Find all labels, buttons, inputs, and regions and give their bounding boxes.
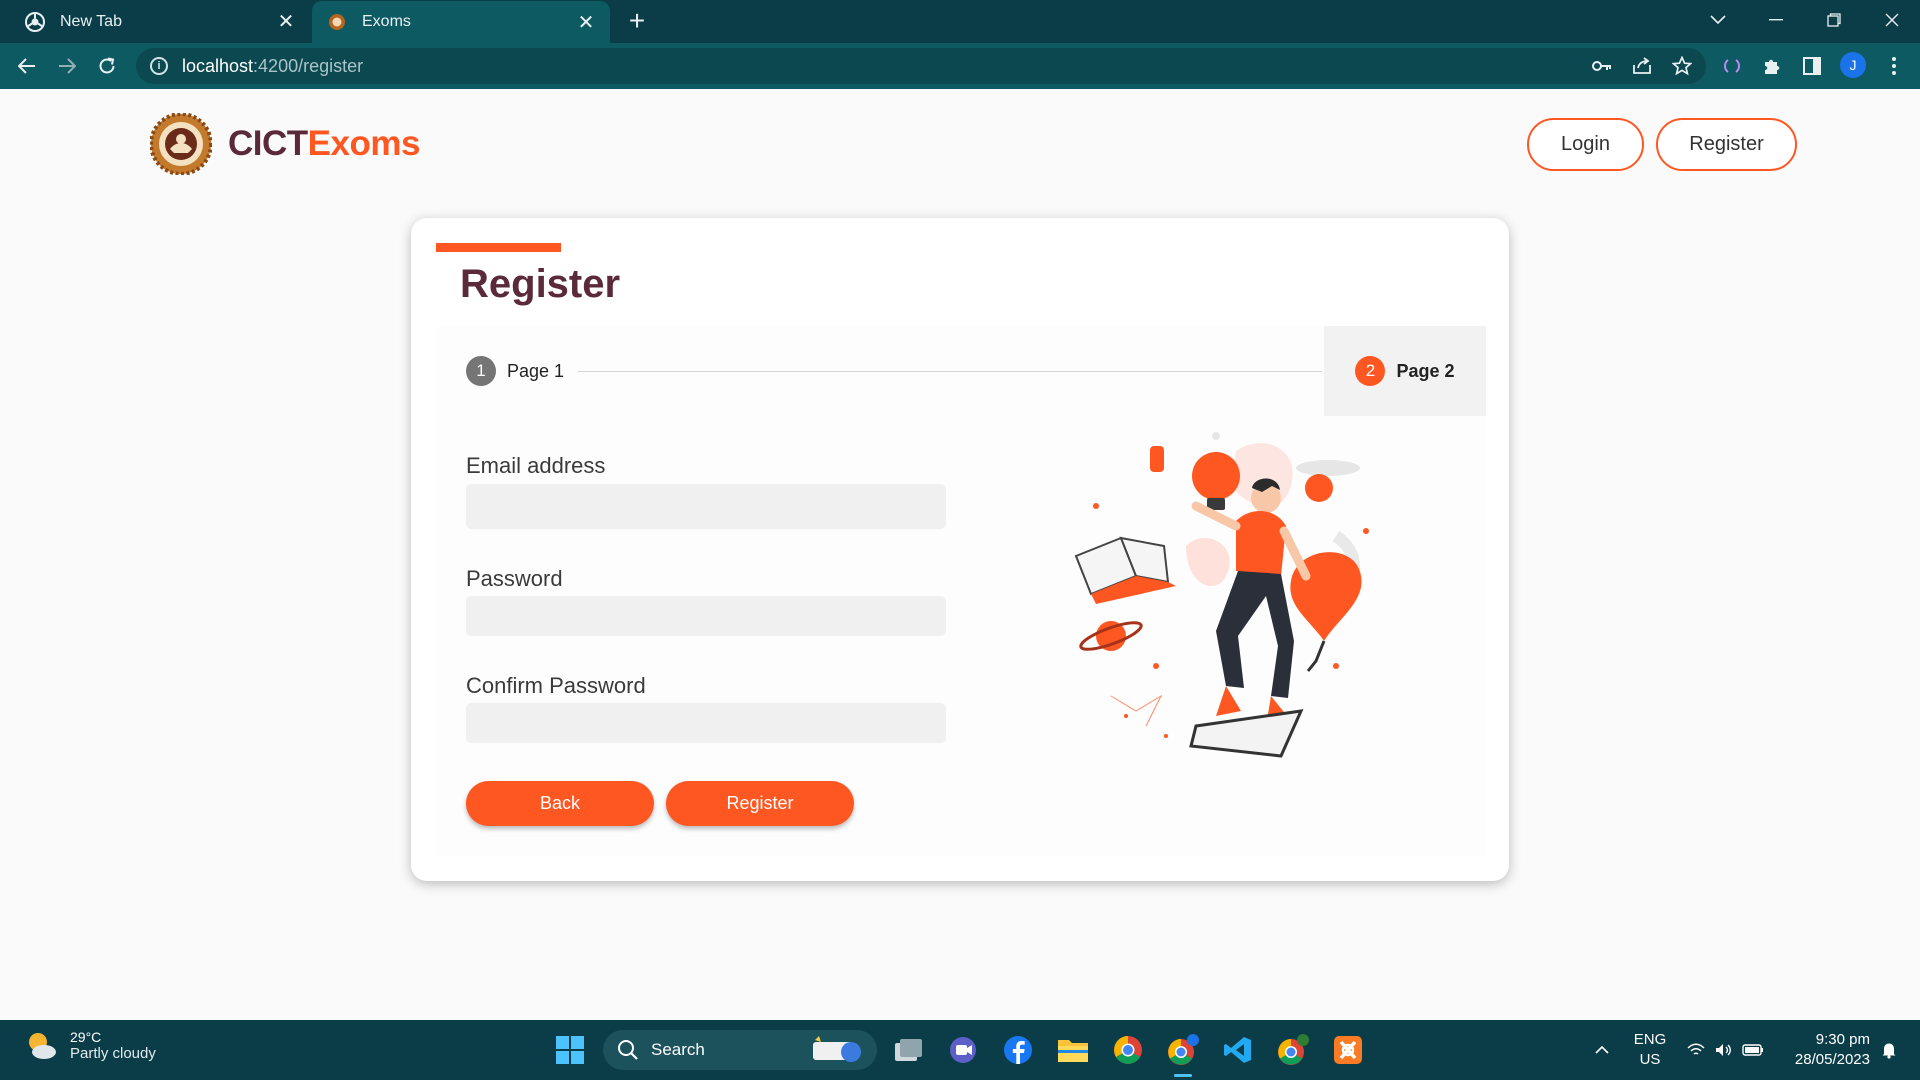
password-label: Password <box>466 566 563 591</box>
file-explorer-icon[interactable] <box>1053 1030 1093 1070</box>
close-icon[interactable]: ✕ <box>572 8 600 36</box>
tab-title: Exoms <box>362 13 411 30</box>
brand-name: CICTExoms <box>228 124 420 164</box>
register-form-panel: 1 Page 1 2 Page 2 Email address Password… <box>436 326 1486 856</box>
browser-tab-strip: New Tab ✕ Exoms ✕ + <box>0 0 1920 43</box>
active-app-indicator <box>1174 1074 1192 1077</box>
page-title: Register <box>460 262 621 306</box>
system-clock[interactable]: 9:30 pm 28/05/2023 <box>1780 1030 1870 1070</box>
close-window-button[interactable] <box>1864 0 1920 40</box>
facebook-icon[interactable] <box>998 1030 1038 1070</box>
step-number: 1 <box>466 356 496 386</box>
confirm-password-label: Confirm Password <box>466 673 646 698</box>
tab-exoms[interactable]: Exoms ✕ <box>312 1 610 43</box>
tab-title: New Tab <box>60 12 122 30</box>
star-icon[interactable] <box>1668 52 1696 80</box>
site-favicon-icon <box>326 11 348 33</box>
forward-arrow-icon[interactable] <box>51 50 83 82</box>
partly-cloudy-icon <box>29 1033 56 1059</box>
college-seal-logo-icon <box>150 113 212 175</box>
restore-button[interactable] <box>1806 0 1862 40</box>
weather-widget[interactable]: 29°C Partly cloudy <box>24 1028 156 1062</box>
task-view-icon[interactable] <box>888 1030 928 1070</box>
site-info-icon[interactable]: i <box>150 57 168 75</box>
chevron-up-icon[interactable] <box>1588 1020 1616 1080</box>
search-label: Search <box>651 1040 705 1059</box>
address-bar[interactable]: i localhost:4200/register <box>136 48 1706 84</box>
confirm-password-field[interactable] <box>466 703 946 743</box>
step-label: Page 1 <box>507 360 565 381</box>
register-submit-button[interactable]: Register <box>666 781 854 826</box>
chrome-profile-j-icon[interactable] <box>1163 1030 1203 1070</box>
chrome-app-icon[interactable] <box>1108 1030 1148 1070</box>
browser-toolbar: i localhost:4200/register <box>0 43 1920 89</box>
step-number: 2 <box>1355 356 1386 386</box>
vscode-icon[interactable] <box>1218 1030 1258 1070</box>
input-language[interactable]: ENG US <box>1630 1030 1670 1070</box>
language-code: ENG <box>1633 1031 1667 1048</box>
profile-avatar[interactable]: J <box>1840 52 1866 78</box>
new-tab-button[interactable]: + <box>622 5 652 36</box>
xampp-icon[interactable] <box>1328 1030 1368 1070</box>
chrome-icon <box>24 11 46 33</box>
extension-brackets-icon[interactable] <box>1718 52 1746 80</box>
brand[interactable]: CICTExoms <box>150 113 420 175</box>
title-accent-bar <box>436 243 561 252</box>
wifi-icon[interactable] <box>1684 1020 1708 1080</box>
step-label: Page 2 <box>1396 360 1455 381</box>
back-button[interactable]: Back <box>466 781 654 826</box>
taskbar-search[interactable]: Search <box>603 1030 877 1070</box>
email-label: Email address <box>466 453 606 478</box>
search-highlight-icon <box>813 1036 861 1062</box>
password-field[interactable] <box>466 596 946 636</box>
taskbar: 29°C Partly cloudy Search ENG US 9:30 pm… <box>0 1020 1920 1080</box>
start-windows-icon[interactable] <box>550 1030 590 1070</box>
email-field[interactable] <box>466 484 946 529</box>
reload-icon[interactable] <box>91 50 123 82</box>
side-panel-icon[interactable] <box>1798 52 1826 80</box>
step-page-1[interactable]: 1 Page 1 <box>436 326 564 416</box>
stepper-connector <box>578 371 1322 372</box>
puzzle-extensions-icon[interactable] <box>1758 52 1786 80</box>
search-icon <box>618 1040 638 1060</box>
key-icon[interactable] <box>1588 52 1616 80</box>
brand-name-part2: Exoms <box>307 124 421 163</box>
step-page-2[interactable]: 2 Page 2 <box>1324 326 1486 416</box>
volume-icon[interactable] <box>1712 1020 1736 1080</box>
minimize-button[interactable] <box>1748 0 1804 40</box>
notification-bell-icon[interactable] <box>1876 1020 1902 1080</box>
teams-chat-icon[interactable] <box>943 1030 983 1070</box>
back-arrow-icon[interactable] <box>11 50 43 82</box>
share-icon[interactable] <box>1628 52 1656 80</box>
url-host: localhost <box>182 55 254 76</box>
chrome-profile-2-icon[interactable] <box>1273 1030 1313 1070</box>
clock-time: 9:30 pm <box>1815 1031 1870 1048</box>
weather-description: Partly cloudy <box>70 1044 156 1062</box>
battery-icon[interactable] <box>1740 1020 1766 1080</box>
login-button[interactable]: Login <box>1527 118 1644 171</box>
register-card: Register 1 Page 1 2 Page 2 Email address… <box>411 218 1509 881</box>
tab-new-tab[interactable]: New Tab ✕ <box>10 0 310 43</box>
stepper: 1 Page 1 2 Page 2 <box>436 326 1486 416</box>
region-code: US <box>1639 1051 1661 1068</box>
close-icon[interactable]: ✕ <box>272 8 300 36</box>
more-menu-icon[interactable] <box>1880 52 1908 80</box>
header-register-button[interactable]: Register <box>1656 118 1797 171</box>
temperature: 29°C <box>70 1028 102 1045</box>
student-ideas-illustration <box>1074 432 1369 758</box>
url-path: :4200/register <box>253 55 364 76</box>
tab-search-chevron-icon[interactable] <box>1690 0 1746 40</box>
clock-date: 28/05/2023 <box>1794 1051 1870 1068</box>
brand-name-part1: CICT <box>228 124 308 163</box>
